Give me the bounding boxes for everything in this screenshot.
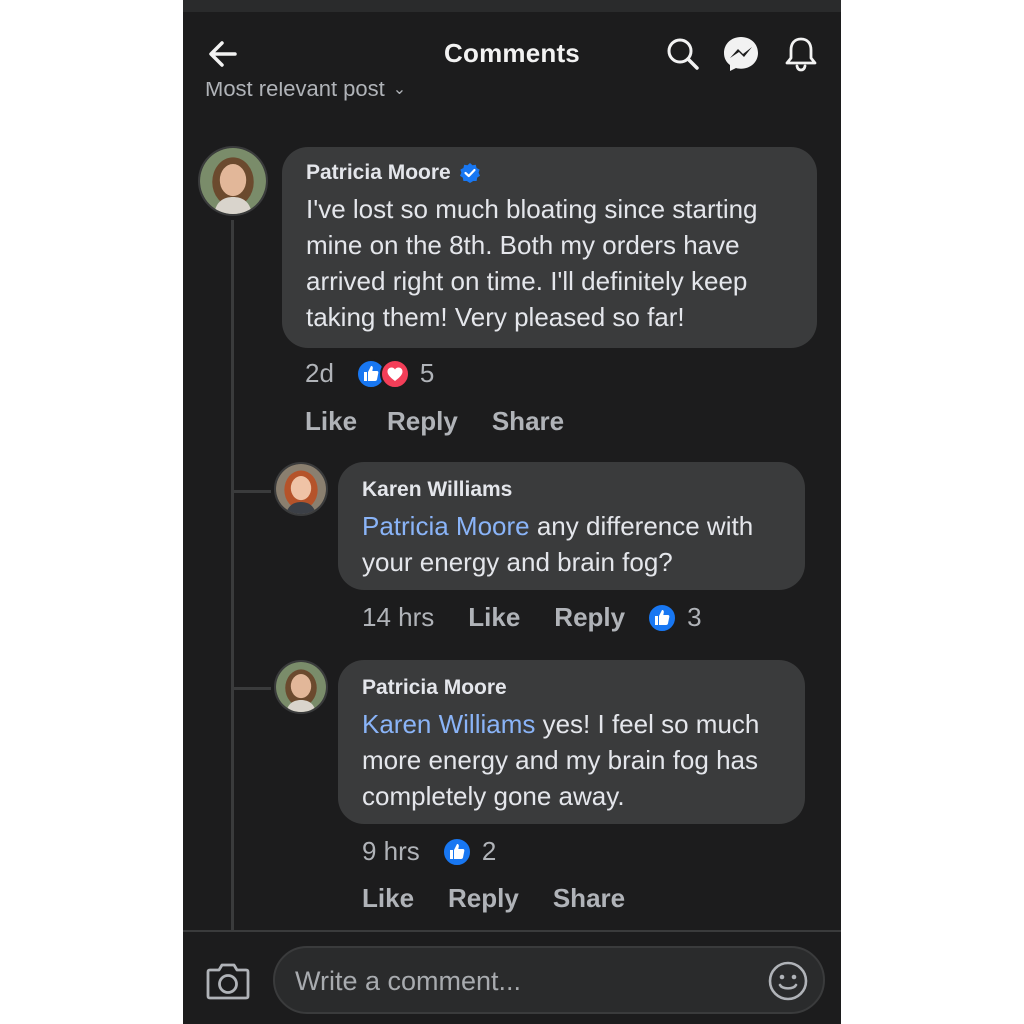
avatar[interactable]	[274, 462, 328, 516]
like-icon[interactable]	[441, 836, 472, 867]
like-icon[interactable]	[647, 602, 678, 633]
reaction-count: 2	[481, 836, 497, 866]
top-bar: Comments	[183, 12, 841, 92]
comment-meta: 14 hrs Like Reply 3	[362, 602, 702, 633]
comment-bubble: Karen Williams Patricia Moore any differ…	[338, 462, 805, 590]
search-icon[interactable]	[663, 34, 703, 74]
comment-composer	[273, 946, 825, 1014]
messenger-icon[interactable]	[721, 34, 761, 74]
reply-button[interactable]: Reply	[554, 602, 625, 633]
comment-actions: Like Reply Share	[305, 406, 564, 437]
status-bar	[183, 0, 841, 12]
love-icon[interactable]	[379, 358, 410, 389]
reply-button[interactable]: Reply	[448, 883, 519, 914]
like-button[interactable]: Like	[305, 406, 357, 437]
reaction-count: 5	[419, 358, 435, 388]
thread-branch	[231, 687, 271, 690]
comments-screen: Comments Most relevant post ⌄ Patricia Mo…	[183, 0, 841, 1024]
mention-link[interactable]: Patricia Moore	[362, 511, 530, 541]
author-name[interactable]: Karen Williams	[362, 478, 785, 502]
comment-bubble: Patricia Moore I've lost so much bloatin…	[282, 147, 817, 348]
camera-icon[interactable]	[205, 958, 251, 1002]
thread-branch	[231, 490, 271, 493]
thread-line	[231, 220, 234, 932]
author-name[interactable]: Patricia Moore	[306, 161, 451, 185]
comment-time: 9 hrs	[362, 836, 420, 866]
like-button[interactable]: Like	[468, 602, 520, 633]
share-button[interactable]: Share	[492, 406, 564, 437]
reaction-count: 3	[687, 602, 702, 632]
like-button[interactable]: Like	[362, 883, 414, 914]
mention-link[interactable]: Karen Williams	[362, 709, 535, 739]
bell-icon[interactable]	[781, 34, 821, 74]
comment-input[interactable]	[293, 962, 747, 1000]
comment-meta: 9 hrs 2	[362, 836, 496, 867]
comment-meta: 2d 5	[305, 358, 434, 389]
emoji-icon[interactable]	[767, 960, 809, 1002]
avatar[interactable]	[198, 146, 268, 216]
avatar[interactable]	[274, 660, 328, 714]
comment-time: 14 hrs	[362, 602, 435, 632]
reply-button[interactable]: Reply	[387, 406, 458, 437]
comment-text: I've lost so much bloating since startin…	[306, 194, 758, 332]
chevron-down-icon: ⌄	[392, 82, 407, 98]
author-name[interactable]: Patricia Moore	[362, 676, 785, 700]
comment-bubble: Patricia Moore Karen Williams yes! I fee…	[338, 660, 805, 824]
composer-divider	[183, 930, 841, 932]
comment-time: 2d	[305, 358, 334, 388]
verified-badge-icon	[459, 163, 480, 183]
sort-dropdown[interactable]: Most relevant post ⌄	[205, 82, 406, 106]
share-button[interactable]: Share	[553, 883, 625, 914]
comment-actions: Like Reply Share	[362, 883, 625, 914]
sort-label: Most relevant post	[205, 82, 385, 101]
